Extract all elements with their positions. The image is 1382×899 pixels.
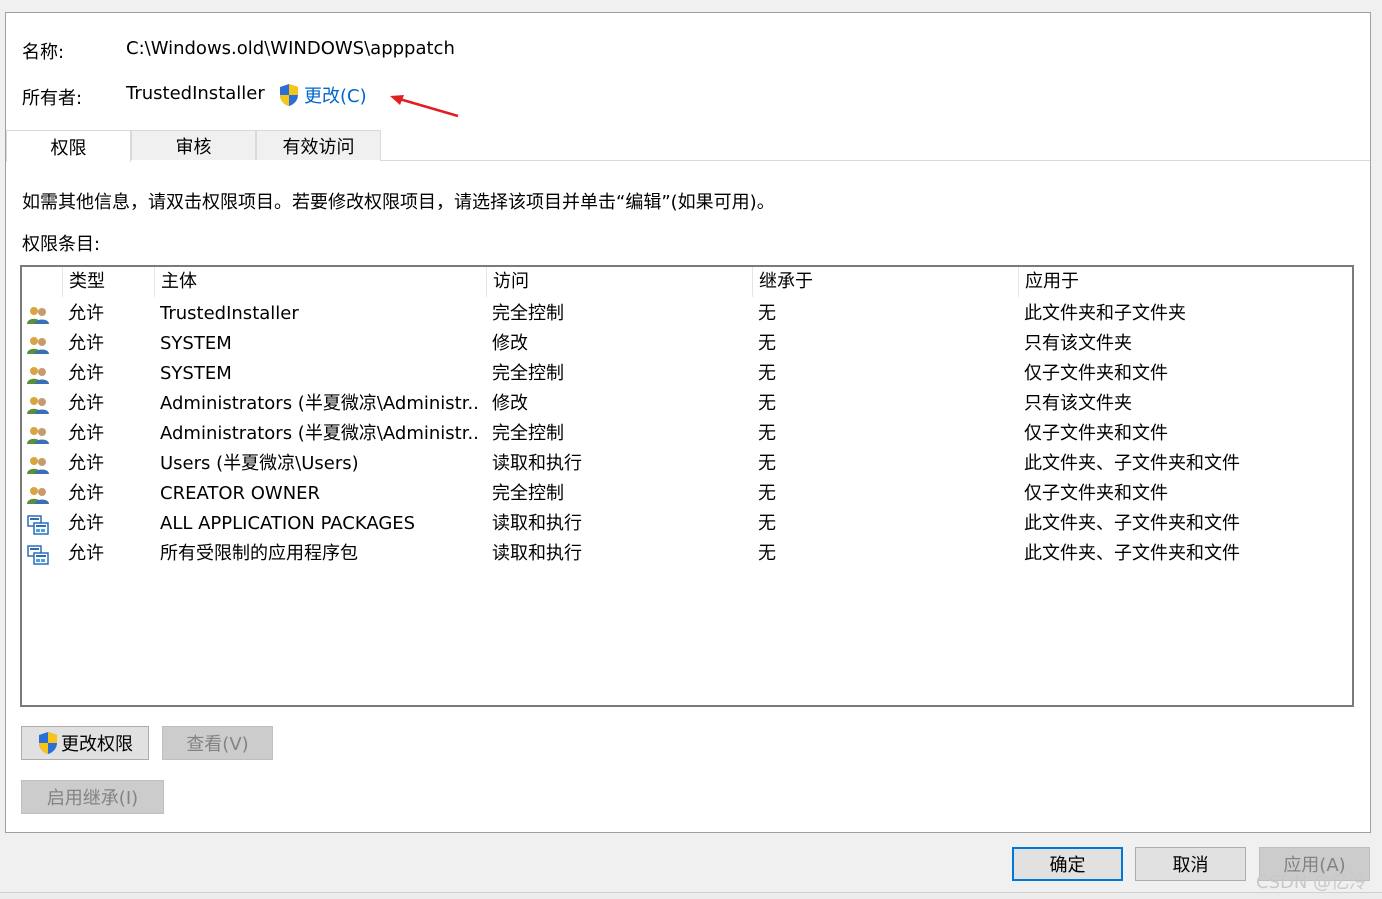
tab-auditing[interactable]: 审核 [131, 130, 256, 160]
cell-inherited-from: 无 [758, 453, 776, 474]
cell-type: 允许 [68, 393, 104, 414]
cell-type: 允许 [68, 423, 104, 444]
user-group-icon [27, 485, 49, 505]
table-row[interactable]: 允许 ALL APPLICATION PACKAGES 读取和执行 无 此文件夹、子文件… [22, 509, 1352, 539]
cell-applies-to: 此文件夹、子文件夹和文件 [1024, 543, 1240, 564]
app-package-icon [27, 515, 49, 535]
cell-principal: Administrators (半夏微凉\Administr... [160, 393, 478, 414]
change-owner-link[interactable]: 更改(C) [278, 82, 367, 108]
owner-value: TrustedInstaller [126, 83, 265, 104]
table-row[interactable]: 允许 SYSTEM 完全控制 无 仅子文件夹和文件 [22, 359, 1352, 389]
cancel-button[interactable]: 取消 [1135, 847, 1246, 881]
cell-principal: Administrators (半夏微凉\Administr... [160, 423, 478, 444]
cell-inherited-from: 无 [758, 303, 776, 324]
column-applies-to[interactable]: 应用于 [1018, 267, 1352, 297]
cell-applies-to: 此文件夹、子文件夹和文件 [1024, 513, 1240, 534]
permission-entries-list[interactable]: 类型 主体 访问 继承于 应用于 允许 TrustedInstaller 完全控制无… [20, 265, 1354, 707]
enable-inheritance-button[interactable]: 启用继承(I) [21, 780, 164, 814]
cell-access: 完全控制 [492, 483, 564, 504]
tab-divider [380, 160, 1370, 161]
name-value: C:\Windows.old\WINDOWS\apppatch [126, 38, 455, 59]
cell-access: 修改 [492, 393, 528, 414]
cell-applies-to: 仅子文件夹和文件 [1024, 363, 1168, 384]
column-type[interactable]: 类型 [62, 267, 154, 297]
cell-principal: 所有受限制的应用程序包 [160, 543, 358, 564]
table-row[interactable]: 允许 Administrators (半夏微凉\Administr... 修改 无 只有… [22, 389, 1352, 419]
table-row[interactable]: 允许 CREATOR OWNER 完全控制 无 仅子文件夹和文件 [22, 479, 1352, 509]
table-row[interactable]: 允许 SYSTEM 修改 无 只有该文件夹 [22, 329, 1352, 359]
cell-access: 完全控制 [492, 363, 564, 384]
user-group-icon [27, 425, 49, 445]
cell-access: 完全控制 [492, 303, 564, 324]
cell-applies-to: 此文件夹、子文件夹和文件 [1024, 453, 1240, 474]
cell-access: 修改 [492, 333, 528, 354]
app-package-icon [27, 545, 49, 565]
uac-shield-icon [39, 732, 57, 754]
cell-principal: SYSTEM [160, 363, 232, 384]
cell-inherited-from: 无 [758, 483, 776, 504]
cell-principal: TrustedInstaller [160, 303, 299, 324]
cell-applies-to: 只有该文件夹 [1024, 333, 1132, 354]
cell-principal: SYSTEM [160, 333, 232, 354]
cell-applies-to: 仅子文件夹和文件 [1024, 423, 1168, 444]
cell-access: 读取和执行 [492, 543, 582, 564]
user-group-icon [27, 395, 49, 415]
table-row[interactable]: 允许 Administrators (半夏微凉\Administr... 完全控制 无… [22, 419, 1352, 449]
table-row[interactable]: 允许 TrustedInstaller 完全控制 无 此文件夹和子文件夹 [22, 299, 1352, 329]
user-group-icon [27, 365, 49, 385]
cell-type: 允许 [68, 453, 104, 474]
cell-inherited-from: 无 [758, 513, 776, 534]
watermark-text: CSDN @忆泠 [1256, 872, 1368, 893]
permission-entries-label: 权限条目: [22, 234, 101, 255]
column-principal[interactable]: 主体 [154, 267, 486, 297]
cell-inherited-from: 无 [758, 363, 776, 384]
ok-button[interactable]: 确定 [1012, 847, 1123, 881]
cell-inherited-from: 无 [758, 333, 776, 354]
uac-shield-icon [280, 84, 298, 106]
tab-effective-access[interactable]: 有效访问 [256, 130, 381, 160]
cell-access: 读取和执行 [492, 453, 582, 474]
change-permissions-button[interactable]: 更改权限 [21, 726, 149, 760]
cell-principal: CREATOR OWNER [160, 483, 321, 504]
user-group-icon [27, 455, 49, 475]
tab-strip: 权限 审核 有效访问 [6, 130, 381, 162]
name-label: 名称: [22, 42, 65, 63]
cell-type: 允许 [68, 333, 104, 354]
cell-access: 读取和执行 [492, 513, 582, 534]
user-group-icon [27, 335, 49, 355]
cell-type: 允许 [68, 363, 104, 384]
cell-access: 完全控制 [492, 423, 564, 444]
cell-type: 允许 [68, 303, 104, 324]
info-text: 如需其他信息，请双击权限项目。若要修改权限项目，请选择该项目并单击“编辑”(如果… [22, 192, 775, 213]
column-inherited-from[interactable]: 继承于 [752, 267, 1018, 297]
red-arrow-annotation [390, 95, 459, 118]
cell-applies-to: 只有该文件夹 [1024, 393, 1132, 414]
change-permissions-label: 更改权限 [61, 734, 133, 755]
view-button[interactable]: 查看(V) [162, 726, 273, 760]
tab-permissions[interactable]: 权限 [6, 130, 131, 162]
cell-inherited-from: 无 [758, 543, 776, 564]
cell-type: 允许 [68, 543, 104, 564]
cell-principal: Users (半夏微凉\Users) [160, 453, 359, 474]
change-owner-label: 更改(C) [304, 86, 367, 107]
list-header: 类型 主体 访问 继承于 应用于 [22, 267, 1352, 297]
owner-label: 所有者: [22, 88, 83, 109]
cell-applies-to: 仅子文件夹和文件 [1024, 483, 1168, 504]
table-row[interactable]: 允许 所有受限制的应用程序包 读取和执行 无 此文件夹、子文件夹和文件 [22, 539, 1352, 569]
cell-applies-to: 此文件夹和子文件夹 [1024, 303, 1186, 324]
cell-principal: ALL APPLICATION PACKAGES [160, 513, 416, 534]
cell-inherited-from: 无 [758, 393, 776, 414]
table-row[interactable]: 允许 Users (半夏微凉\Users) 读取和执行 无 此文件夹、子文件夹和文件 [22, 449, 1352, 479]
user-group-icon [27, 305, 49, 325]
cell-type: 允许 [68, 483, 104, 504]
cell-type: 允许 [68, 513, 104, 534]
column-access[interactable]: 访问 [486, 267, 752, 297]
cell-inherited-from: 无 [758, 423, 776, 444]
